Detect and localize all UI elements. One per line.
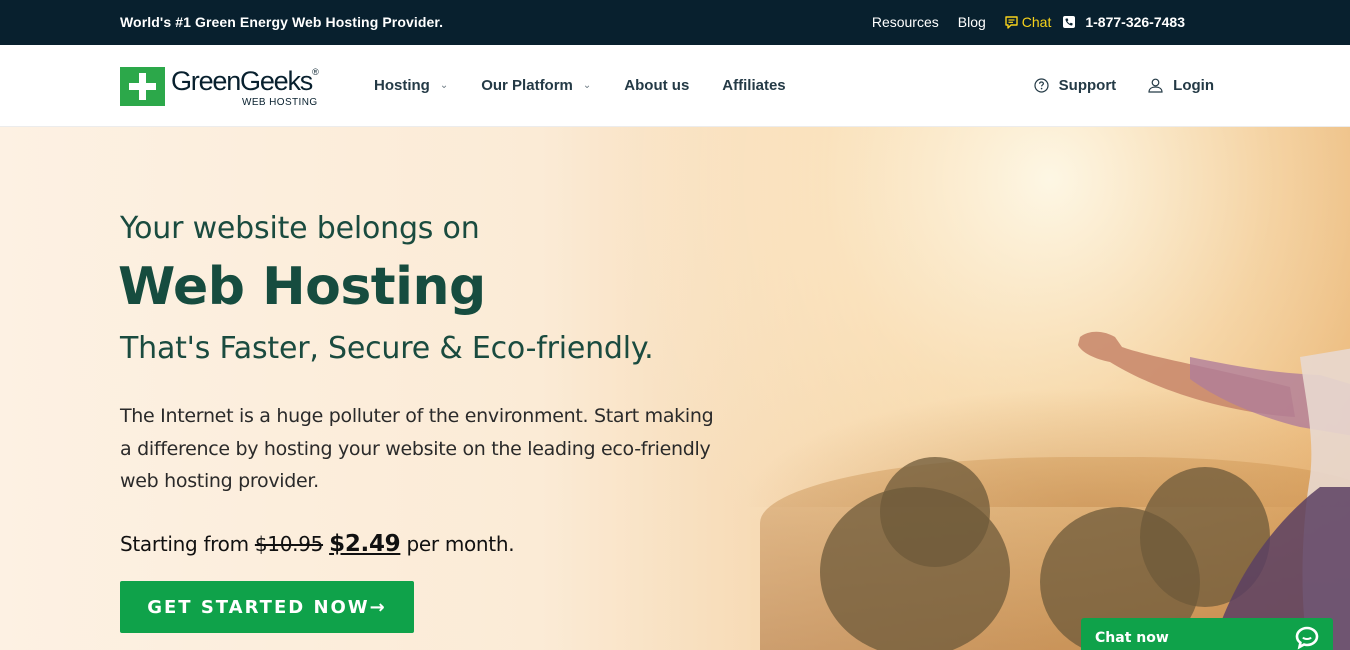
registered-mark: ® (312, 67, 319, 77)
price-line: Starting from $10.95 $2.49 per month. (120, 531, 515, 557)
get-started-button[interactable]: GET STARTED NOW → (120, 581, 414, 633)
phone-icon (1063, 16, 1076, 28)
phone-link[interactable]: 1-877-326-7483 (1063, 14, 1185, 30)
nav-item-label: Hosting (374, 77, 430, 94)
top-bar: World's #1 Green Energy Web Hosting Prov… (0, 0, 1350, 45)
support-label: Support (1058, 77, 1117, 94)
nav-right: Support Login (1002, 77, 1214, 94)
login-label: Login (1173, 77, 1214, 94)
resources-link[interactable]: Resources (872, 14, 939, 30)
plus-icon (120, 67, 165, 106)
chat-now-widget[interactable]: Chat now (1081, 618, 1333, 650)
chat-label: Chat (1021, 14, 1052, 30)
old-price: $10.95 (254, 532, 324, 556)
login-link[interactable]: Login (1148, 77, 1214, 94)
cta-label: GET STARTED NOW (147, 596, 370, 618)
hero-description: The Internet is a huge polluter of the e… (120, 405, 714, 492)
logo-name: GreenGeeks® (171, 66, 319, 96)
nav-item-label: Affiliates (722, 77, 786, 94)
hero-post-title: That's Faster, Secure & Eco-friendly. (120, 331, 654, 366)
chevron-down-icon: ⌄ (582, 80, 592, 91)
logo-subtitle: WEB HOSTING (242, 97, 318, 108)
price-suffix: per month. (406, 532, 515, 556)
hero-section: Your website belongs on Web Hosting That… (0, 127, 1350, 650)
blog-link[interactable]: Blog (958, 14, 986, 30)
support-link[interactable]: Support (1034, 77, 1117, 94)
nav-item-hosting[interactable]: Hosting ⌄ (374, 77, 448, 94)
chat-link[interactable]: Chat (1005, 14, 1052, 30)
chat-bubble-icon (1295, 626, 1319, 650)
tree-decoration (880, 457, 990, 567)
hero-title: Web Hosting (118, 257, 486, 317)
new-price: $2.49 (329, 531, 401, 557)
logo[interactable]: GreenGeeks® WEB HOSTING (120, 66, 319, 108)
chat-now-label: Chat now (1095, 630, 1169, 646)
person-illustration (1078, 331, 1350, 650)
top-links: Resources Blog Chat 1-877-326-7483 (853, 14, 1185, 30)
nav-item-affiliates[interactable]: Affiliates (722, 77, 785, 94)
chat-icon (1005, 15, 1018, 29)
main-nav: GreenGeeks® WEB HOSTING Hosting ⌄ Our Pl… (0, 45, 1350, 127)
phone-number: 1-877-326-7483 (1085, 14, 1185, 30)
chevron-down-icon: ⌄ (439, 80, 449, 91)
nav-item-label: Our Platform (481, 77, 573, 94)
arrow-right-icon: → (369, 596, 387, 618)
nav-item-our-platform[interactable]: Our Platform ⌄ (481, 77, 591, 94)
nav-item-about-us[interactable]: About us (624, 77, 689, 94)
hero-pre-title: Your website belongs on (120, 211, 480, 246)
question-circle-icon (1034, 78, 1049, 93)
tagline: World's #1 Green Energy Web Hosting Prov… (120, 14, 444, 30)
user-icon (1148, 78, 1163, 93)
price-prefix: Starting from (120, 532, 249, 556)
nav-menu: Hosting ⌄ Our Platform ⌄ About us Affili… (374, 77, 819, 94)
nav-item-label: About us (624, 77, 690, 94)
